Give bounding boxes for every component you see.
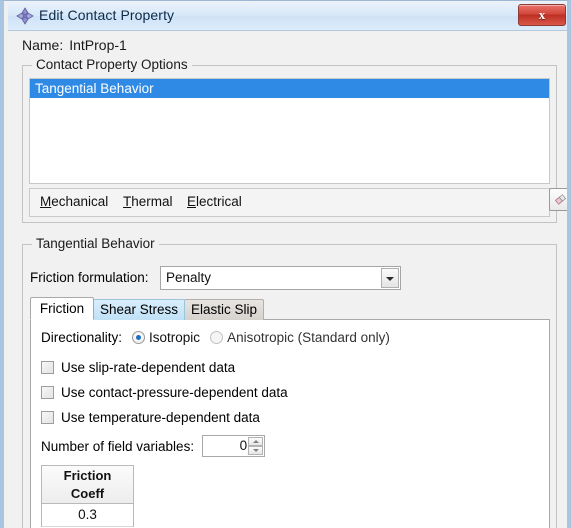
checkbox-temperature-dependent[interactable] bbox=[41, 411, 54, 424]
table-header-line2: Coeff bbox=[70, 486, 105, 501]
friction-formulation-value: Penalty bbox=[166, 270, 212, 285]
checkbox-slip-rate-label: Use slip-rate-dependent data bbox=[61, 360, 236, 375]
tab-friction[interactable]: Friction bbox=[30, 297, 94, 320]
radio-isotropic[interactable] bbox=[132, 331, 146, 344]
checkbox-contact-pressure-dependent[interactable] bbox=[41, 386, 54, 399]
table-column-header-friction-coeff: Friction Coeff bbox=[42, 466, 133, 504]
delete-behavior-button[interactable] bbox=[549, 188, 567, 211]
stepper-buttons bbox=[248, 437, 264, 455]
friction-tab-panel: Directionality: Isotropic Anisotropic (Sta… bbox=[30, 319, 550, 528]
tangential-behavior-group: Tangential Behavior Friction formulation… bbox=[22, 236, 557, 528]
checkbox-row-temperature: Use temperature-dependent data bbox=[41, 410, 260, 428]
list-item[interactable]: Tangential Behavior bbox=[30, 79, 549, 98]
friction-formulation-row: Friction formulation: Penalty bbox=[30, 266, 550, 290]
abaqus-diamond-icon bbox=[16, 7, 34, 25]
checkbox-slip-rate-dependent[interactable] bbox=[41, 361, 54, 374]
friction-formulation-select[interactable]: Penalty bbox=[160, 266, 401, 290]
name-value: IntProp-1 bbox=[69, 37, 127, 53]
menu-item-thermal[interactable]: Thermal bbox=[123, 194, 173, 209]
contact-property-options-group: Contact Property Options Tangential Beha… bbox=[22, 57, 567, 223]
tab-shear-stress[interactable]: Shear Stress bbox=[93, 299, 185, 320]
contact-property-options-title: Contact Property Options bbox=[32, 57, 192, 72]
checkbox-row-contact-pressure: Use contact-pressure-dependent data bbox=[41, 385, 288, 403]
directionality-row: Directionality: Isotropic Anisotropic (Sta… bbox=[41, 330, 390, 348]
friction-coeff-table[interactable]: Friction Coeff 0.3 bbox=[41, 465, 134, 527]
behavior-menu-bar: Mechanical Thermal Electrical bbox=[29, 188, 550, 217]
dialog-window: Edit Contact Property x Name: IntProp-1 C… bbox=[0, 0, 571, 528]
stepper-up-icon[interactable] bbox=[248, 437, 264, 446]
field-variables-label: Number of field variables: bbox=[41, 438, 195, 454]
radio-anisotropic-label: Anisotropic (Standard only) bbox=[227, 330, 390, 345]
close-button[interactable]: x bbox=[518, 4, 566, 26]
table-row[interactable]: 0.3 bbox=[42, 504, 133, 527]
radio-anisotropic[interactable] bbox=[210, 331, 224, 344]
close-icon: x bbox=[538, 7, 546, 22]
field-variables-stepper[interactable]: 0 bbox=[202, 435, 266, 457]
tab-strip: Friction Shear Stress Elastic Slip bbox=[30, 297, 550, 320]
name-row: Name: IntProp-1 bbox=[22, 37, 127, 53]
tangential-behavior-title: Tangential Behavior bbox=[32, 236, 159, 251]
stepper-down-icon[interactable] bbox=[248, 446, 264, 455]
menu-item-electrical[interactable]: Electrical bbox=[187, 194, 242, 209]
checkbox-row-slip-rate: Use slip-rate-dependent data bbox=[41, 360, 235, 378]
contact-property-options-list[interactable]: Tangential Behavior bbox=[29, 78, 550, 184]
friction-formulation-label: Friction formulation: bbox=[30, 270, 149, 285]
dialog-window-inner: Edit Contact Property x Name: IntProp-1 C… bbox=[8, 2, 567, 528]
field-variables-row: Number of field variables: 0 bbox=[41, 435, 266, 457]
title-bar[interactable]: Edit Contact Property x bbox=[8, 2, 567, 30]
chevron-down-icon[interactable] bbox=[381, 268, 399, 288]
checkbox-temperature-label: Use temperature-dependent data bbox=[61, 410, 260, 425]
field-variables-value: 0 bbox=[239, 438, 248, 453]
menu-item-mechanical[interactable]: Mechanical bbox=[40, 194, 108, 209]
dialog-body: Name: IntProp-1 Contact Property Options … bbox=[8, 30, 567, 528]
directionality-label: Directionality: bbox=[41, 330, 123, 345]
name-label: Name: bbox=[22, 37, 64, 53]
tangential-tab-control: Friction Shear Stress Elastic Slip Direc… bbox=[30, 297, 550, 528]
radio-isotropic-label: Isotropic bbox=[149, 330, 201, 345]
window-title: Edit Contact Property bbox=[39, 7, 175, 23]
tab-elastic-slip[interactable]: Elastic Slip bbox=[184, 299, 264, 320]
checkbox-contact-pressure-label: Use contact-pressure-dependent data bbox=[61, 385, 288, 400]
table-header-line1: Friction bbox=[63, 468, 112, 483]
